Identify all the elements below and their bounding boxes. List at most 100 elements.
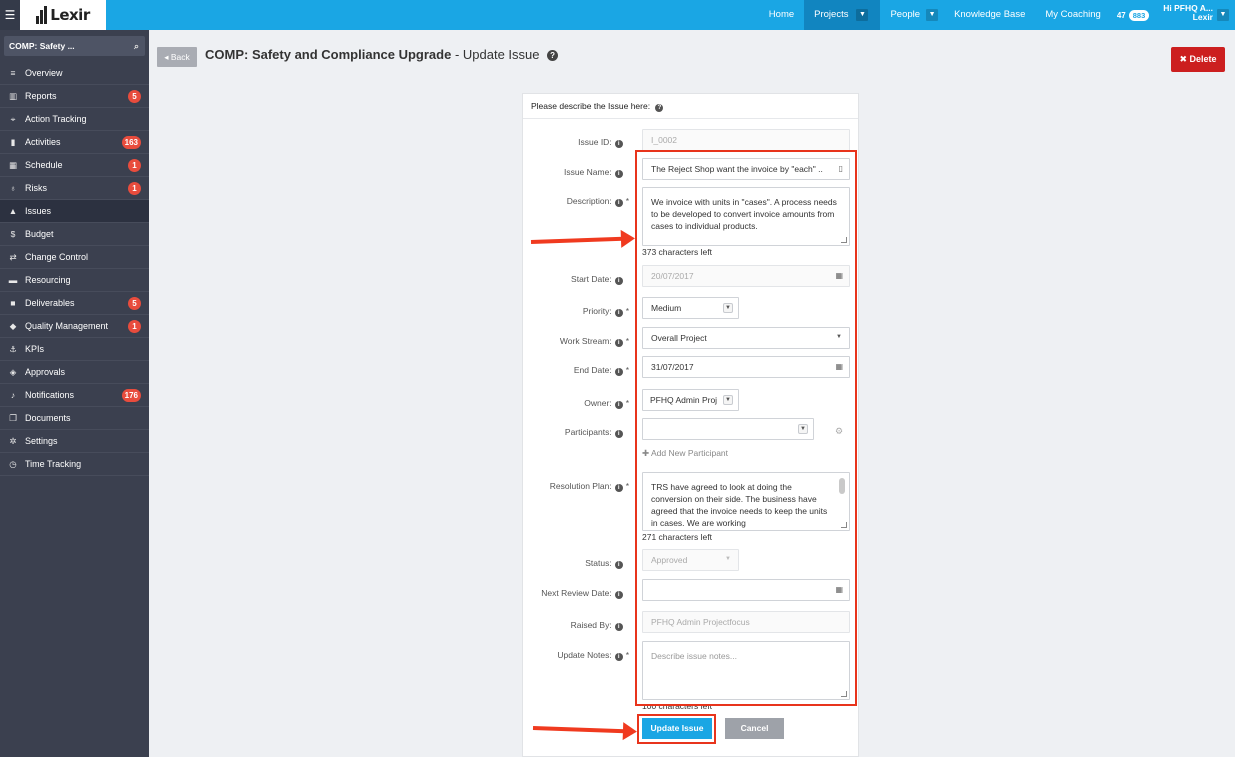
info-icon: i xyxy=(614,309,623,317)
nav-people-group: People ▼ xyxy=(880,0,944,30)
label-text: Priority: xyxy=(582,306,612,316)
lightbulb-icon: ♁ xyxy=(9,183,17,193)
projects-caret-icon[interactable]: ▼ xyxy=(856,9,869,21)
sidebar-item-issues[interactable]: ▲ Issues xyxy=(0,200,149,223)
nav-people[interactable]: People xyxy=(880,0,926,30)
main-nav: Home Projects ▼ People ▼ Knowledge Base … xyxy=(759,0,1235,30)
sidebar-item-approvals[interactable]: ◈ Approvals xyxy=(0,361,149,384)
quality-badge: 1 xyxy=(128,320,141,333)
deliverables-badge: 5 xyxy=(128,297,141,310)
bookmark-icon: ▮ xyxy=(10,137,16,147)
sidebar-item-kpis[interactable]: ⚓ KPIs xyxy=(0,338,149,361)
info-icon: i xyxy=(614,623,623,631)
sidebar-item-overview[interactable]: ≡ Overview xyxy=(0,62,149,85)
sidebar-item-label: Overview xyxy=(25,68,63,78)
update-notes-label: Update Notes: i * xyxy=(519,650,629,661)
project-search[interactable]: COMP: Safety ... ⌕ xyxy=(4,36,145,56)
list-icon: ≡ xyxy=(10,68,16,78)
label-text: Next Review Date: xyxy=(541,588,612,598)
sidebar-item-label: Deliverables xyxy=(25,298,75,308)
logo-mark-icon xyxy=(36,6,48,24)
nav-knowledge-base[interactable]: Knowledge Base xyxy=(944,0,1035,30)
sidebar-item-label: Issues xyxy=(25,206,52,216)
schedule-badge: 1 xyxy=(128,159,141,172)
page-subtitle: - Update Issue xyxy=(451,47,540,62)
participants-label: Participants:i* xyxy=(519,427,629,438)
back-label: Back xyxy=(170,52,190,62)
warning-icon: ▲ xyxy=(8,206,18,216)
sidebar-item-quality-management[interactable]: ◆ Quality Management 1 xyxy=(0,315,149,338)
risks-badge: 1 xyxy=(128,182,141,195)
sidebar-item-time-tracking[interactable]: ◷ Time Tracking xyxy=(0,453,149,476)
help-icon[interactable]: ? xyxy=(547,50,559,61)
nav-projects[interactable]: Projects xyxy=(814,0,856,30)
sidebar-item-resourcing[interactable]: ▬ Resourcing xyxy=(0,269,149,292)
notification-counts[interactable]: 47 883 xyxy=(1111,0,1159,30)
description-label: Description: i * xyxy=(519,196,629,207)
search-icon[interactable]: ⌕ xyxy=(134,36,139,56)
sidebar-item-notifications[interactable]: ♪ Notifications 176 xyxy=(0,384,149,407)
label-text: Raised By: xyxy=(570,620,612,630)
sidebar-item-change-control[interactable]: ⇄ Change Control xyxy=(0,246,149,269)
anchor-icon: ⚓ xyxy=(9,344,17,354)
next-review-date-label: Next Review Date:i* xyxy=(519,588,629,599)
sidebar-item-label: Risks xyxy=(25,183,47,193)
logo-text: Lexir xyxy=(50,6,90,24)
required-mark: * xyxy=(625,336,629,346)
reports-badge: 5 xyxy=(128,90,141,103)
required-mark: * xyxy=(625,365,629,375)
heading-help-icon[interactable]: ? xyxy=(655,104,664,112)
end-date-label: End Date: i * xyxy=(519,365,629,376)
info-icon: i xyxy=(614,170,623,178)
start-date-label: Start Date:i* xyxy=(519,274,629,285)
hamburger-icon[interactable]: ☰ xyxy=(0,0,20,30)
info-icon: i xyxy=(614,430,623,438)
count-second: 883 xyxy=(1128,9,1150,21)
info-icon: i xyxy=(614,653,623,661)
bar-chart-icon: ▥ xyxy=(8,91,18,101)
sidebar-item-label: Quality Management xyxy=(25,321,109,331)
sidebar-item-deliverables[interactable]: ■ Deliverables 5 xyxy=(0,292,149,315)
resolution-plan-label: Resolution Plan: i * xyxy=(519,481,629,492)
sidebar-item-schedule[interactable]: ▦ Schedule 1 xyxy=(0,154,149,177)
user-menu[interactable]: Hi PFHQ A... Lexir ▼ xyxy=(1159,0,1235,30)
sidebar-item-reports[interactable]: ▥ Reports 5 xyxy=(0,85,149,108)
clock-icon: ◷ xyxy=(9,459,17,469)
notifications-badge: 176 xyxy=(121,389,141,402)
tag-icon: ◆ xyxy=(9,321,17,331)
info-icon: i xyxy=(614,591,623,599)
documents-icon: ❐ xyxy=(9,413,17,423)
sidebar-item-label: Action Tracking xyxy=(25,114,87,124)
label-text: Issue Name: xyxy=(563,167,612,177)
sidebar-item-risks[interactable]: ♁ Risks 1 xyxy=(0,177,149,200)
people-caret-icon[interactable]: ▼ xyxy=(926,9,939,21)
sidebar-item-label: Change Control xyxy=(25,252,89,262)
sidebar-item-documents[interactable]: ❐ Documents xyxy=(0,407,149,430)
highlight-box-update-button xyxy=(637,714,716,744)
label-text: End Date: xyxy=(573,365,612,375)
nav-my-coaching[interactable]: My Coaching xyxy=(1035,0,1110,30)
back-button[interactable]: ◂ Back xyxy=(157,47,197,67)
label-text: Update Notes: xyxy=(557,650,612,660)
sidebar-item-activities[interactable]: ▮ Activities 163 xyxy=(0,131,149,154)
delete-button[interactable]: ✖ Delete xyxy=(1171,47,1225,72)
label-text: Status: xyxy=(585,558,612,568)
info-icon: i xyxy=(614,199,623,207)
sidebar-item-label: Budget xyxy=(25,229,54,239)
user-name: Hi PFHQ A... Lexir xyxy=(1159,0,1217,22)
info-icon: i xyxy=(614,561,623,569)
nav-home[interactable]: Home xyxy=(759,0,804,30)
info-icon: i xyxy=(614,277,623,285)
required-mark: * xyxy=(625,196,629,206)
sidebar-item-label: Schedule xyxy=(25,160,63,170)
priority-label: Priority: i * xyxy=(519,306,629,317)
sidebar-item-settings[interactable]: ✲ Settings xyxy=(0,430,149,453)
sidebar-item-budget[interactable]: $ Budget xyxy=(0,223,149,246)
activities-badge: 163 xyxy=(121,136,141,149)
logo[interactable]: Lexir xyxy=(20,0,106,30)
sidebar-item-action-tracking[interactable]: ⌖ Action Tracking xyxy=(0,108,149,131)
cancel-button[interactable]: Cancel xyxy=(725,718,784,739)
issue-id-field: I_0002 xyxy=(642,129,850,151)
work-stream-label: Work Stream: i * xyxy=(519,336,629,347)
user-caret-icon[interactable]: ▼ xyxy=(1217,9,1229,21)
